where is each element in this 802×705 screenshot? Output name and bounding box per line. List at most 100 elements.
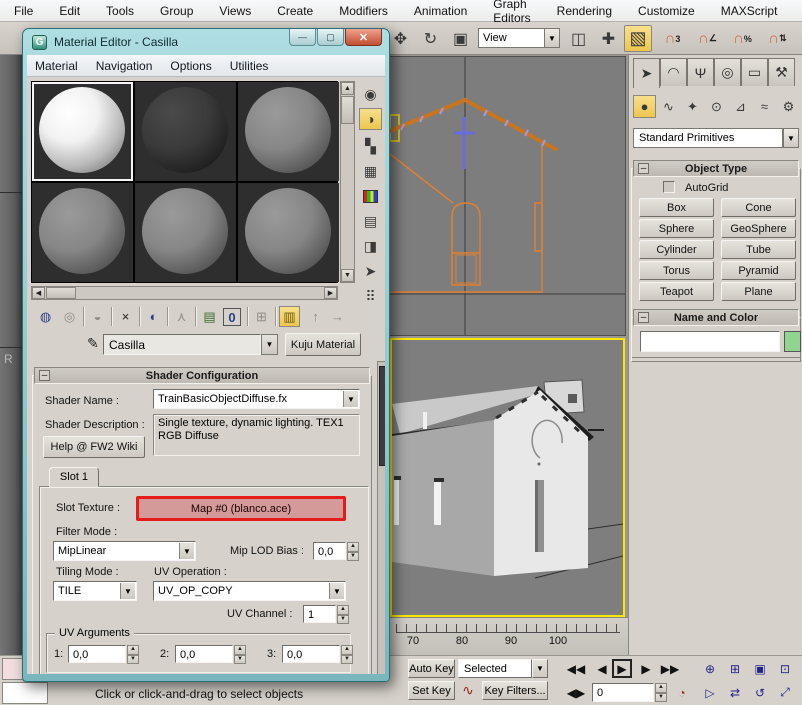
menu-modifiers[interactable]: Modifiers [339, 4, 388, 18]
button-geosphere[interactable]: GeoSphere [721, 219, 796, 238]
collapse-icon[interactable]: – [638, 163, 649, 174]
menu-file[interactable]: File [14, 4, 33, 18]
category-lights-icon[interactable]: ✦ [681, 95, 704, 118]
material-id-channel-icon[interactable]: 0 [223, 308, 241, 326]
material-type-button[interactable]: Kuju Material [285, 333, 361, 356]
new-key-curve-icon[interactable]: ∿ [458, 681, 478, 700]
uv-arg-1-field[interactable] [68, 645, 126, 663]
uv-arg-2-spinner[interactable]: ▲▼ [234, 645, 246, 664]
button-sphere[interactable]: Sphere [639, 219, 714, 238]
current-frame-field[interactable] [592, 683, 654, 702]
params-scrollbar[interactable] [377, 361, 385, 674]
mip-lod-bias-spinner[interactable]: ▲▼ [347, 542, 359, 561]
spinner-down-icon[interactable]: ▼ [341, 655, 353, 665]
button-cylinder[interactable]: Cylinder [639, 240, 714, 259]
go-to-start-icon[interactable]: ◀◀ [566, 659, 586, 678]
key-mode-toggle-icon[interactable]: ◀▶ [566, 683, 586, 702]
previous-frame-icon[interactable]: ◀ [592, 659, 612, 678]
spinner-up-icon[interactable]: ▲ [341, 645, 353, 655]
menu-group[interactable]: Group [160, 4, 193, 18]
material-options-icon[interactable]: ◨ [359, 235, 382, 257]
category-cameras-icon[interactable]: ⊙ [705, 95, 728, 118]
spinner-up-icon[interactable]: ▲ [655, 683, 667, 693]
material-sample-slot[interactable] [238, 183, 339, 282]
set-key-button[interactable]: Set Key [408, 681, 455, 700]
reference-coordinate-dropdown[interactable]: View [478, 28, 544, 48]
scroll-right-icon[interactable]: ▶ [324, 287, 337, 299]
perspective-viewport-active[interactable] [390, 338, 625, 617]
shader-name-dropdown[interactable]: TrainBasicObjectDiffuse.fx ▼ [153, 389, 360, 409]
dropdown-arrow-icon[interactable]: ▼ [329, 583, 344, 599]
collapse-icon[interactable]: – [638, 312, 649, 323]
scroll-thumb[interactable] [341, 96, 354, 124]
select-and-scale-icon[interactable]: ▣ [448, 26, 473, 51]
tab-modify[interactable]: ◠ [660, 58, 687, 86]
percent-snap-icon[interactable]: ∩% [730, 26, 755, 51]
go-forward-sibling-icon[interactable]: → [327, 306, 348, 327]
minimize-button-icon[interactable]: — [289, 29, 316, 46]
select-and-manipulate-icon[interactable]: ✚ [596, 26, 621, 51]
uv-arg-3-spinner[interactable]: ▲▼ [341, 645, 353, 664]
sample-horizontal-scrollbar[interactable]: ◀ ▶ [31, 286, 338, 300]
object-type-rollout-header[interactable]: – Object Type [633, 160, 799, 177]
tab-utilities[interactable]: ⚒ [768, 58, 795, 86]
put-material-to-scene-icon[interactable]: ◎ [59, 306, 80, 327]
menu-utilities[interactable]: Utilities [230, 59, 269, 73]
background-icon[interactable]: ▚ [359, 135, 382, 157]
tiling-mode-dropdown[interactable]: TILE ▼ [53, 581, 137, 601]
zoom-all-icon[interactable]: ⊞ [725, 659, 745, 678]
uv-channel-spinner[interactable]: ▲▼ [337, 605, 349, 624]
menu-create[interactable]: Create [277, 4, 313, 18]
material-sample-slot[interactable] [32, 183, 133, 282]
make-unique-icon[interactable]: ⋏ [171, 306, 192, 327]
pan-icon[interactable]: ⇄ [725, 683, 745, 702]
pick-material-from-object-icon[interactable]: ✎ [87, 335, 99, 352]
scroll-up-icon[interactable]: ▲ [341, 82, 354, 95]
spinner-down-icon[interactable]: ▼ [655, 693, 667, 703]
slot-texture-map-button[interactable]: Map #0 (blanco.ace) [136, 496, 346, 521]
dropdown-arrow-icon[interactable]: ▼ [343, 391, 358, 407]
name-color-rollout-header[interactable]: – Name and Color [633, 309, 799, 326]
dropdown-arrow-icon[interactable]: ▼ [179, 543, 194, 559]
menu-animation[interactable]: Animation [414, 4, 467, 18]
material-name-dropdown[interactable]: Casilla [103, 334, 261, 355]
maximize-button-icon[interactable]: ▢ [317, 29, 344, 46]
button-box[interactable]: Box [639, 198, 714, 217]
category-helpers-icon[interactable]: ⊿ [729, 95, 752, 118]
menu-graph-editors[interactable]: Graph Editors [493, 0, 530, 25]
tab-create[interactable]: ➤ [633, 58, 660, 88]
shader-config-rollout-header[interactable]: – Shader Configuration [34, 367, 370, 384]
material-editor-window[interactable]: G Material Editor - Casilla — ▢ ✕ Materi… [22, 28, 390, 682]
help-wiki-button[interactable]: Help @ FW2 Wiki [43, 436, 145, 458]
material-map-navigator-icon[interactable]: ⠿ [359, 285, 382, 307]
category-systems-icon[interactable]: ⚙ [777, 95, 800, 118]
front-viewport[interactable] [389, 56, 626, 336]
button-teapot[interactable]: Teapot [639, 282, 714, 301]
object-name-input[interactable] [640, 331, 780, 352]
material-name-dropdown-arrow-icon[interactable]: ▼ [261, 334, 278, 355]
tab-motion[interactable]: ◎ [714, 58, 741, 86]
assign-material-icon[interactable]: ◒ [87, 306, 108, 327]
sample-vertical-scrollbar[interactable]: ▲ ▼ [340, 81, 355, 283]
auto-key-button[interactable]: Auto Key [408, 659, 455, 678]
menu-tools[interactable]: Tools [106, 4, 134, 18]
video-color-check-icon[interactable] [359, 185, 382, 207]
category-spacewarps-icon[interactable]: ≈ [753, 95, 776, 118]
close-button-icon[interactable]: ✕ [345, 29, 382, 46]
spinner-down-icon[interactable]: ▼ [337, 615, 349, 625]
tab-hierarchy[interactable]: Ψ [687, 58, 714, 86]
snaps-toggle-icon[interactable]: ▧ [624, 25, 652, 52]
spinner-down-icon[interactable]: ▼ [347, 552, 359, 562]
mip-lod-bias-field[interactable] [313, 542, 346, 560]
make-preview-icon[interactable]: ▤ [359, 210, 382, 232]
reference-coordinate-dropdown-arrow-icon[interactable]: ▼ [544, 28, 560, 48]
play-animation-icon[interactable]: ▶ [612, 659, 632, 678]
material-sample-slot[interactable] [135, 82, 236, 181]
slot-1-tab[interactable]: Slot 1 [49, 467, 99, 487]
uv-operation-dropdown[interactable]: UV_OP_COPY ▼ [153, 581, 346, 601]
key-filters-button[interactable]: Key Filters... [482, 681, 548, 700]
scroll-down-icon[interactable]: ▼ [341, 269, 354, 282]
menu-options[interactable]: Options [170, 59, 211, 73]
material-sample-slot-selected[interactable] [32, 82, 133, 181]
spinner-up-icon[interactable]: ▲ [234, 645, 246, 655]
